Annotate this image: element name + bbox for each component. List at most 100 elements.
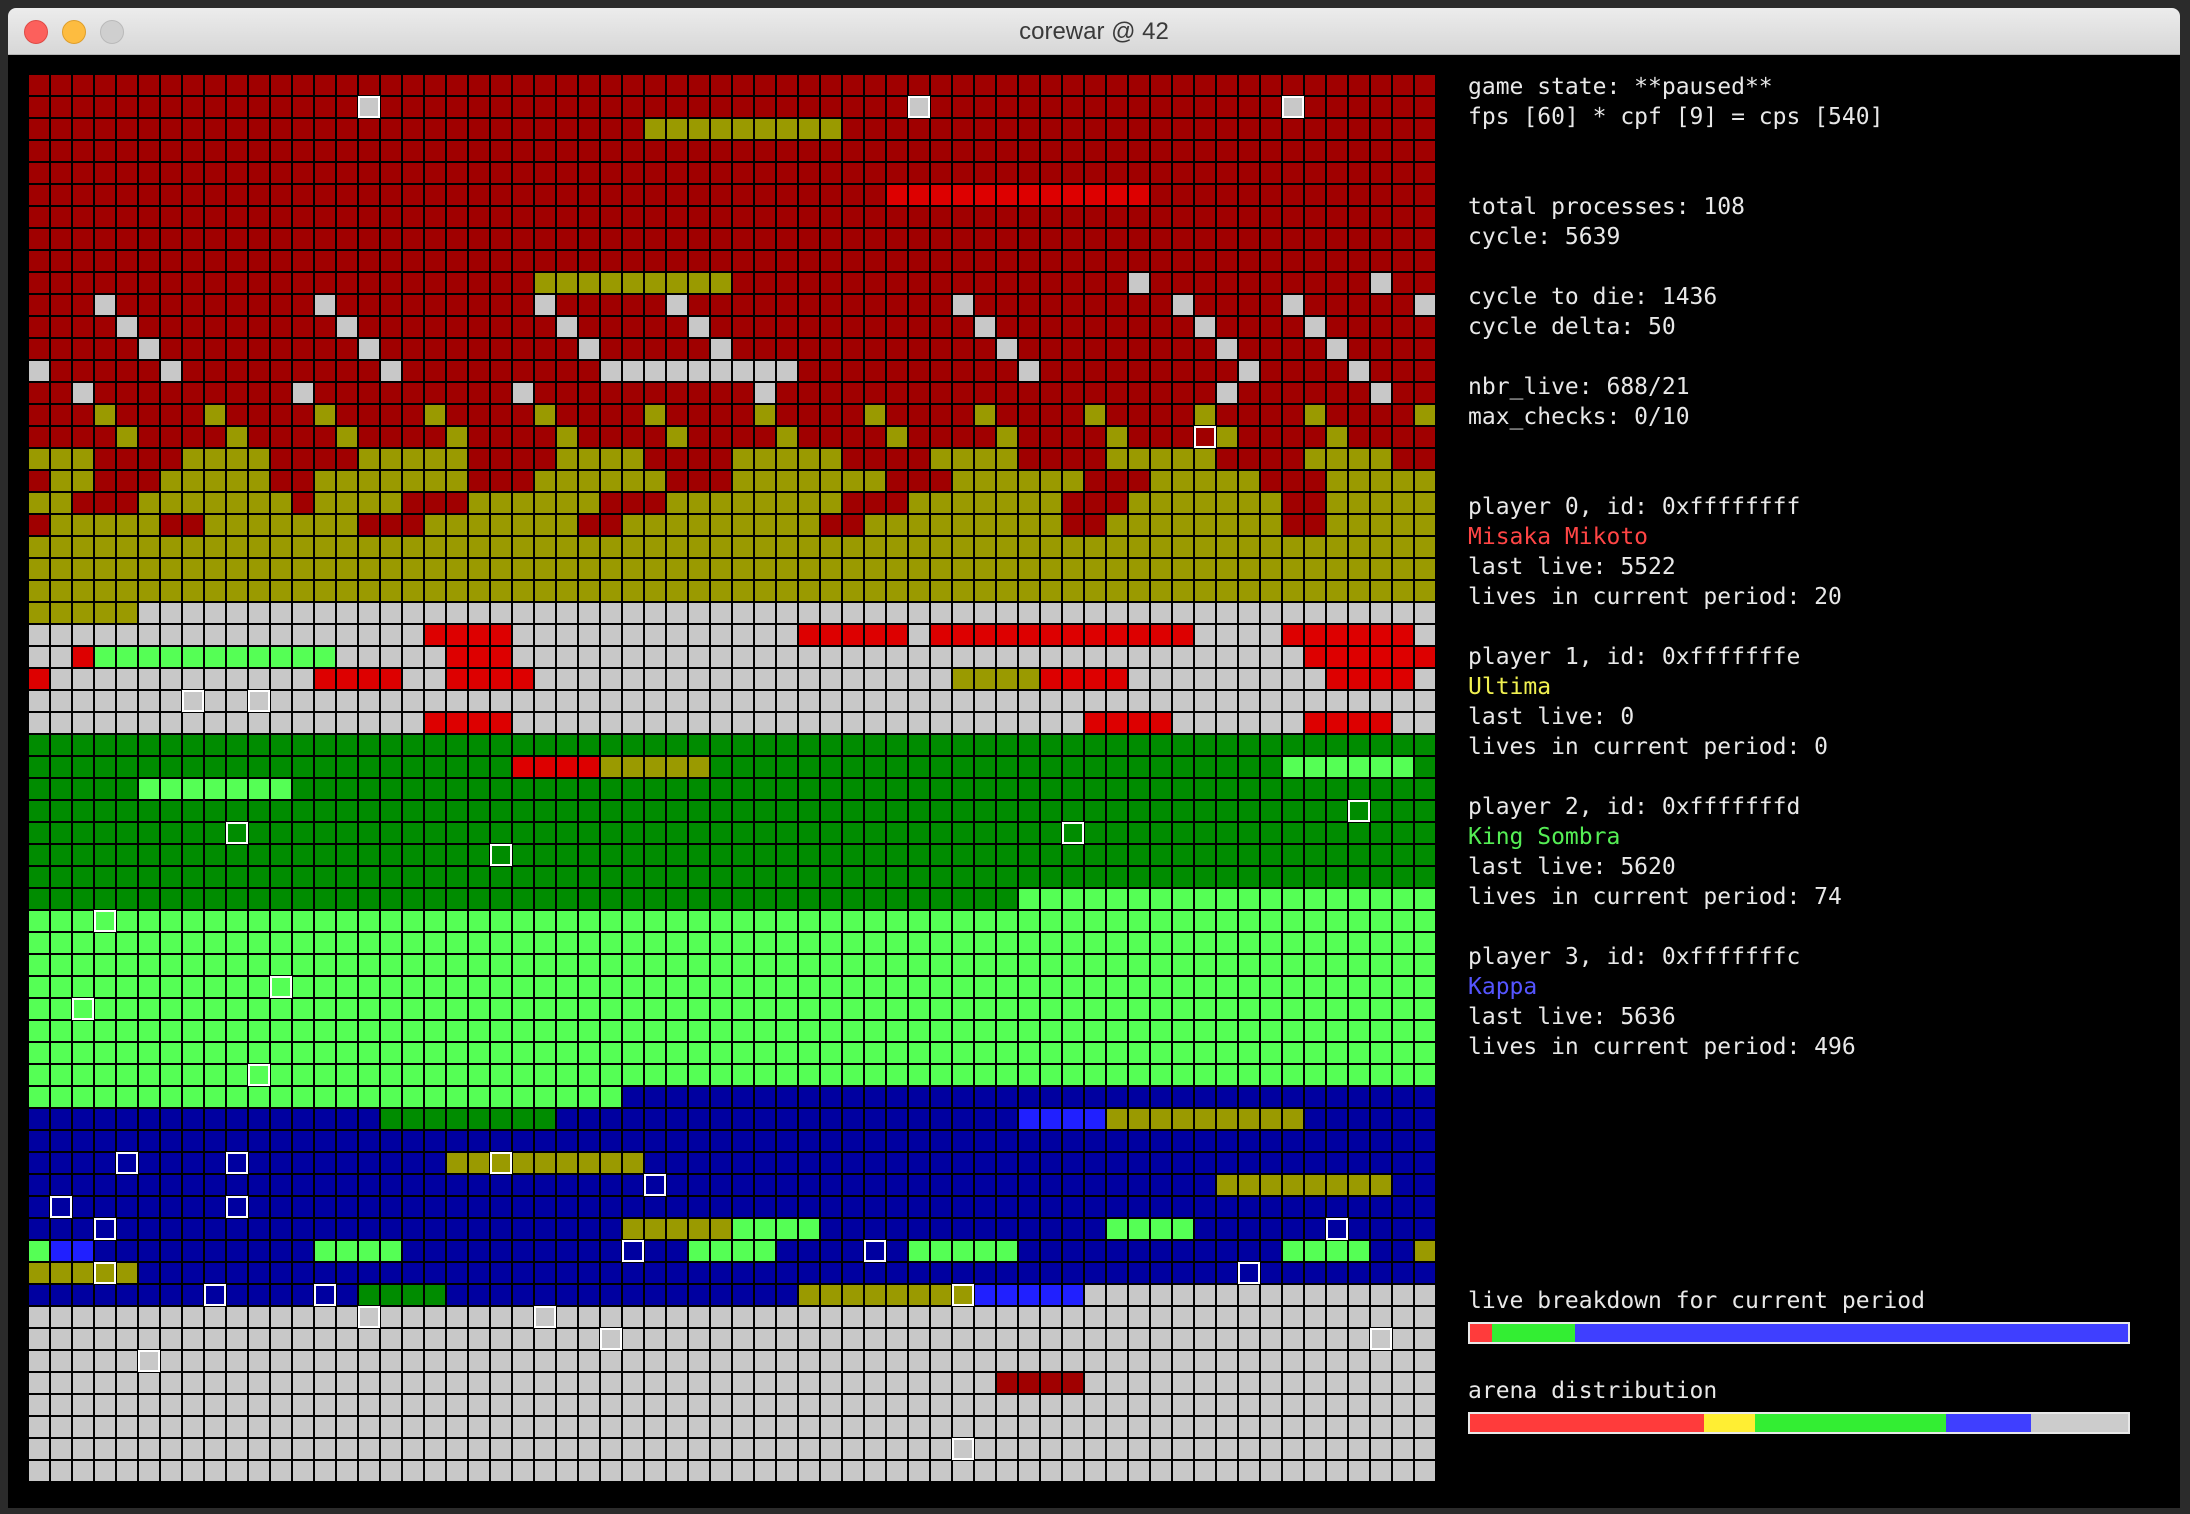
arena-cell bbox=[380, 822, 402, 844]
arena-cell bbox=[512, 1152, 534, 1174]
arena-cell bbox=[1128, 118, 1150, 140]
arena-cell bbox=[50, 1306, 72, 1328]
arena-cell bbox=[666, 1174, 688, 1196]
arena-cell bbox=[1370, 558, 1392, 580]
arena-cell bbox=[996, 712, 1018, 734]
arena-cell bbox=[688, 932, 710, 954]
arena-cell bbox=[1238, 206, 1260, 228]
arena-cell bbox=[424, 580, 446, 602]
arena-cell bbox=[1304, 1086, 1326, 1108]
arena-cell bbox=[1414, 1306, 1436, 1328]
arena-cell bbox=[50, 316, 72, 338]
arena-cell bbox=[644, 668, 666, 690]
arena-cell bbox=[556, 272, 578, 294]
arena-cell bbox=[666, 294, 688, 316]
arena-cell bbox=[1128, 998, 1150, 1020]
arena-cell bbox=[1370, 976, 1392, 998]
arena-cell bbox=[28, 1240, 50, 1262]
arena-cell bbox=[116, 74, 138, 96]
arena-cell bbox=[292, 250, 314, 272]
arena-cell bbox=[1392, 910, 1414, 932]
arena-cell bbox=[1018, 228, 1040, 250]
arena-cell bbox=[358, 712, 380, 734]
arena-cell bbox=[402, 74, 424, 96]
arena-cell bbox=[1106, 998, 1128, 1020]
arena-cell bbox=[1348, 1064, 1370, 1086]
arena-cell bbox=[50, 426, 72, 448]
arena-cell bbox=[248, 338, 270, 360]
arena-cell bbox=[754, 448, 776, 470]
arena-cell bbox=[380, 668, 402, 690]
arena-cell bbox=[1128, 866, 1150, 888]
arena-cell bbox=[314, 1064, 336, 1086]
cycle-count: cycle: 5639 bbox=[1468, 224, 1621, 250]
arena-cell bbox=[50, 1020, 72, 1042]
arena-cell bbox=[864, 470, 886, 492]
arena-cell bbox=[1304, 734, 1326, 756]
arena-cell bbox=[292, 998, 314, 1020]
arena-cell bbox=[1172, 954, 1194, 976]
arena-cell bbox=[930, 338, 952, 360]
arena-cell bbox=[908, 602, 930, 624]
arena-cell bbox=[380, 624, 402, 646]
arena-cell bbox=[1348, 624, 1370, 646]
arena-cell bbox=[666, 1328, 688, 1350]
arena-cell bbox=[358, 448, 380, 470]
arena-cell bbox=[1392, 316, 1414, 338]
arena-cell bbox=[1106, 470, 1128, 492]
arena-cell bbox=[556, 888, 578, 910]
arena-cell bbox=[512, 1086, 534, 1108]
arena-cell bbox=[622, 1218, 644, 1240]
arena-cell bbox=[1370, 1196, 1392, 1218]
arena-cell bbox=[160, 734, 182, 756]
arena-cell bbox=[864, 1240, 886, 1262]
arena-cell bbox=[1370, 360, 1392, 382]
arena-cell bbox=[666, 1284, 688, 1306]
arena-cell bbox=[1370, 580, 1392, 602]
arena-cell bbox=[952, 492, 974, 514]
arena-cell bbox=[952, 338, 974, 360]
arena-cell bbox=[1282, 1174, 1304, 1196]
arena-cell bbox=[1370, 426, 1392, 448]
arena-cell bbox=[864, 228, 886, 250]
arena-cell bbox=[1370, 1460, 1392, 1482]
arena-cell bbox=[1392, 206, 1414, 228]
arena-cell bbox=[94, 338, 116, 360]
arena-cell bbox=[468, 580, 490, 602]
arena-cell bbox=[820, 1372, 842, 1394]
arena-cell bbox=[72, 844, 94, 866]
arena-cell bbox=[1370, 74, 1392, 96]
arena-cell bbox=[688, 426, 710, 448]
arena-cell bbox=[864, 1284, 886, 1306]
arena-cell bbox=[204, 140, 226, 162]
player-header: player 2, id: 0xfffffffd bbox=[1468, 794, 1801, 820]
arena-cell bbox=[446, 294, 468, 316]
arena-cell bbox=[446, 316, 468, 338]
arena-cell bbox=[94, 162, 116, 184]
arena-cell bbox=[512, 646, 534, 668]
arena-cell bbox=[798, 1372, 820, 1394]
arena-cell bbox=[424, 668, 446, 690]
arena-cell bbox=[292, 1108, 314, 1130]
arena-cell bbox=[50, 1130, 72, 1152]
arena-cell bbox=[204, 734, 226, 756]
arena-cell bbox=[1370, 1130, 1392, 1152]
arena-cell bbox=[204, 844, 226, 866]
arena-cell bbox=[72, 668, 94, 690]
arena-cell bbox=[754, 1328, 776, 1350]
arena-cell bbox=[754, 74, 776, 96]
arena-cell bbox=[578, 184, 600, 206]
arena-cell bbox=[116, 712, 138, 734]
arena-cell bbox=[1194, 1394, 1216, 1416]
arena-cell bbox=[886, 976, 908, 998]
arena-cell bbox=[534, 1460, 556, 1482]
arena-cell bbox=[666, 558, 688, 580]
arena-cell bbox=[534, 1196, 556, 1218]
arena-cell bbox=[204, 184, 226, 206]
arena-cell bbox=[1238, 580, 1260, 602]
arena-cell bbox=[776, 844, 798, 866]
arena-cell bbox=[1238, 1394, 1260, 1416]
arena-cell bbox=[1150, 1460, 1172, 1482]
arena-cell bbox=[1282, 96, 1304, 118]
arena-cell bbox=[446, 1460, 468, 1482]
